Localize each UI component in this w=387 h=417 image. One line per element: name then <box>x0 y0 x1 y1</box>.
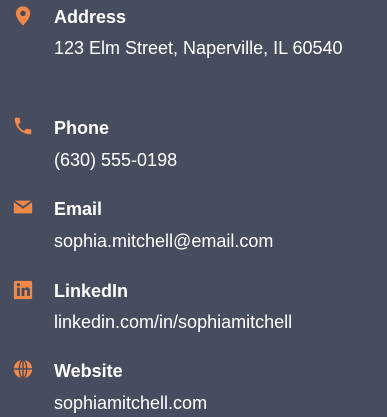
phone-label: Phone <box>54 118 110 138</box>
globe-icon <box>12 358 34 380</box>
envelope-icon <box>12 196 34 218</box>
linkedin-value: linkedin.com/in/sophiamitchell <box>54 312 293 332</box>
linkedin-label: LinkedIn <box>54 281 129 301</box>
location-pin-icon <box>12 5 34 27</box>
email-value: sophia.mitchell@email.com <box>54 231 274 251</box>
address-label: Address <box>54 7 127 27</box>
website-label: Website <box>54 361 123 381</box>
contact-info-list: Address 123 Elm Street, Naperville, IL 6… <box>0 0 387 417</box>
linkedin-icon <box>12 279 34 301</box>
website-value: sophiamitchell.com <box>54 393 208 413</box>
email-label: Email <box>54 199 103 219</box>
phone-value: (630) 555-0198 <box>54 150 178 170</box>
address-value: 123 Elm Street, Naperville, IL 60540 <box>54 38 343 58</box>
phone-icon <box>12 115 34 137</box>
